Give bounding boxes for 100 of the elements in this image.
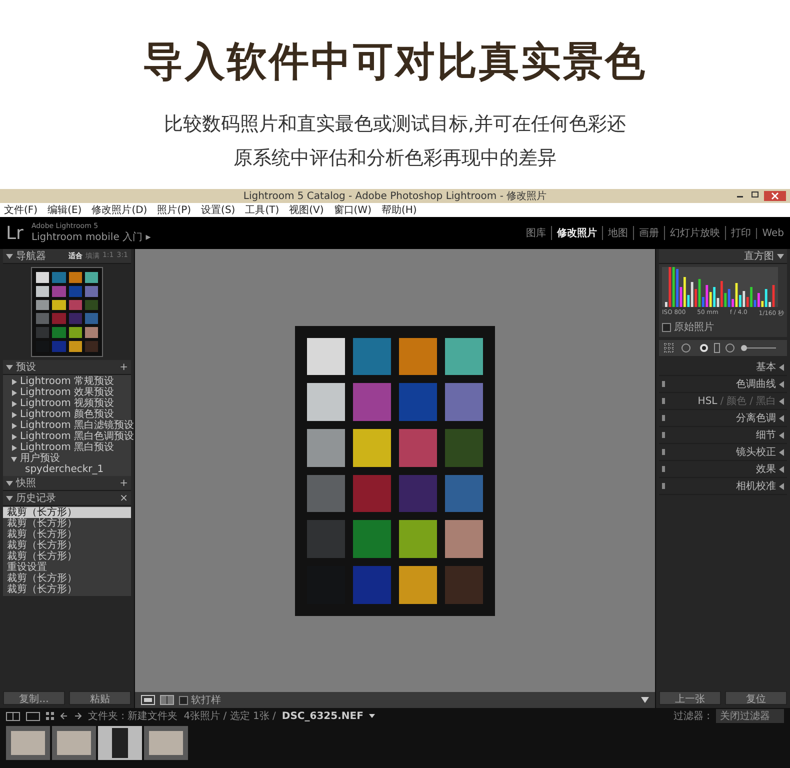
panel-section-header[interactable]: 细节 <box>659 427 787 444</box>
panel-title[interactable]: 历史记录 <box>16 491 56 505</box>
expand-triangle-icon[interactable] <box>779 398 784 404</box>
dropdown-caret-icon[interactable] <box>641 697 649 703</box>
forward-arrow-icon[interactable] <box>74 712 82 720</box>
back-arrow-icon[interactable] <box>60 712 68 720</box>
panel-title[interactable]: 导航器 <box>16 249 46 263</box>
menu-item[interactable]: 窗口(W) <box>334 203 372 217</box>
maximize-icon[interactable] <box>749 191 761 199</box>
menu-item[interactable]: 修改照片(D) <box>92 203 148 217</box>
slider-icon[interactable] <box>740 344 776 352</box>
filter-label: 过滤器 : <box>673 710 710 723</box>
before-after-icon[interactable] <box>160 695 174 705</box>
filter-dropdown[interactable]: 关闭过滤器 <box>716 709 784 723</box>
photo-placeholder <box>57 731 91 755</box>
panel-button[interactable]: 上一张 <box>659 691 721 705</box>
menu-item[interactable]: 工具(T) <box>245 203 280 217</box>
menu-item[interactable]: 视图(V) <box>289 203 324 217</box>
collapse-triangle-icon[interactable] <box>777 254 784 258</box>
history-item[interactable]: 裁剪（长方形） <box>3 551 131 562</box>
dropdown-caret-icon[interactable] <box>369 714 376 718</box>
expand-triangle-icon[interactable] <box>779 466 784 472</box>
menu-item[interactable]: 编辑(E) <box>48 203 82 217</box>
preset-item[interactable]: spydercheckr_1 <box>3 464 131 475</box>
subtitle-line: 比较数码照片和直实最色或测试目标,并可在任何色彩还 <box>164 112 626 137</box>
panel-button[interactable]: 复位 <box>725 691 787 705</box>
expand-triangle-icon[interactable] <box>779 380 784 388</box>
history-item[interactable]: 裁剪（长方形） <box>3 529 131 540</box>
headline: 导入软件中可对比真实景色 <box>143 38 647 87</box>
history-item[interactable]: 裁剪（长方形） <box>3 518 131 529</box>
expand-triangle-icon[interactable] <box>779 364 784 370</box>
preset-folder[interactable]: Lightroom 视频预设 <box>3 398 131 409</box>
panel-button[interactable]: 粘贴 <box>69 691 131 705</box>
preset-folder[interactable]: 用户预设 <box>3 453 131 464</box>
collapse-triangle-icon[interactable] <box>6 496 13 500</box>
preset-folder[interactable]: Lightroom 颜色预设 <box>3 409 131 420</box>
filmstrip-thumbnail[interactable] <box>6 726 50 760</box>
menu-item[interactable]: 照片(P) <box>157 203 192 217</box>
expanded-triangle-icon[interactable] <box>11 456 17 462</box>
loupe-view-icon[interactable] <box>141 695 155 705</box>
menu-item[interactable]: 帮助(H) <box>381 203 417 217</box>
module-tab[interactable]: 打印 <box>725 226 752 240</box>
module-tab[interactable]: 修改照片 <box>551 226 598 240</box>
add-button[interactable]: + <box>120 362 128 372</box>
panel-section-header[interactable]: 相机校准 <box>659 478 787 495</box>
panel-section-header[interactable]: HSL / 颜色 / 黑白 <box>659 393 787 410</box>
original-photo-checkbox[interactable] <box>662 322 671 332</box>
filmstrip-thumbnail[interactable] <box>98 726 142 760</box>
expand-triangle-icon[interactable] <box>779 448 784 456</box>
grid-icon[interactable] <box>46 712 54 720</box>
history-item[interactable]: 裁剪（长方形） <box>3 507 131 518</box>
panel-section-header[interactable]: 镜头校正 <box>659 444 787 461</box>
history-item[interactable]: 裁剪（长方形） <box>3 540 131 551</box>
expand-triangle-icon[interactable] <box>779 482 784 490</box>
circle-icon[interactable] <box>725 343 735 353</box>
panel-section-header[interactable]: 基本 <box>659 359 787 376</box>
photo-placeholder <box>149 731 183 755</box>
monitor-icon[interactable] <box>26 712 40 720</box>
filmstrip-thumbnail[interactable] <box>52 726 96 760</box>
panel-title[interactable]: 预设 <box>16 360 36 374</box>
module-tab[interactable]: 地图 <box>602 226 628 240</box>
menu-item[interactable]: 设置(S) <box>201 203 236 217</box>
rectangle-icon[interactable] <box>714 343 720 353</box>
module-tab[interactable]: 幻灯片放映 <box>664 226 720 240</box>
panel-title[interactable]: 快照 <box>16 476 36 490</box>
monitor-icon[interactable] <box>6 712 20 720</box>
grid-icon[interactable] <box>663 343 675 353</box>
module-tab[interactable]: 图库 <box>526 226 546 240</box>
preset-folder[interactable]: Lightroom 效果预设 <box>3 387 131 398</box>
preset-folder[interactable]: Lightroom 黑白色调预设 <box>3 431 131 442</box>
preset-folder[interactable]: Lightroom 常规预设 <box>3 376 131 387</box>
soft-proof-checkbox[interactable] <box>179 696 188 704</box>
collapse-triangle-icon[interactable] <box>6 364 13 370</box>
collapse-triangle-icon[interactable] <box>6 254 13 258</box>
panel-button[interactable]: 复制... <box>3 691 65 705</box>
expand-triangle-icon[interactable] <box>779 432 784 438</box>
add-button[interactable]: + <box>120 478 128 488</box>
history-item[interactable]: 裁剪（长方形） <box>3 584 131 595</box>
preset-folder[interactable]: Lightroom 黑白滤镜预设 <box>3 420 131 431</box>
history-item[interactable]: 裁剪（长方形） <box>3 573 131 584</box>
photo-placeholder <box>112 728 128 758</box>
expand-triangle-icon[interactable] <box>779 414 784 422</box>
close-icon[interactable] <box>764 191 786 201</box>
menu-item[interactable]: 文件(F) <box>4 203 38 217</box>
history-item[interactable]: 重设设置 <box>3 562 131 573</box>
folder-path[interactable]: 文件夹 : 新建文件夹 <box>88 709 178 723</box>
file-name[interactable]: DSC_6325.NEF <box>282 710 364 722</box>
collapse-triangle-icon[interactable] <box>6 480 13 486</box>
photo-count: 4张照片 / 选定 1张 / <box>184 710 276 723</box>
panel-section-header[interactable]: 效果 <box>659 461 787 478</box>
panel-section-header[interactable]: 分离色调 <box>659 410 787 427</box>
mobile-link[interactable]: Lightroom mobile 入门 ▸ <box>31 230 151 244</box>
clear-button[interactable]: × <box>120 492 128 504</box>
module-tab[interactable]: 画册 <box>633 226 660 240</box>
filmstrip-thumbnail[interactable] <box>144 726 188 760</box>
preset-folder[interactable]: Lightroom 黑白预设 <box>3 442 131 453</box>
module-tab[interactable]: Web <box>756 228 784 238</box>
target-icon[interactable] <box>699 343 709 353</box>
checkbox-label: 软打样 <box>191 694 221 707</box>
panel-section-header[interactable]: 色调曲线 <box>659 376 787 393</box>
